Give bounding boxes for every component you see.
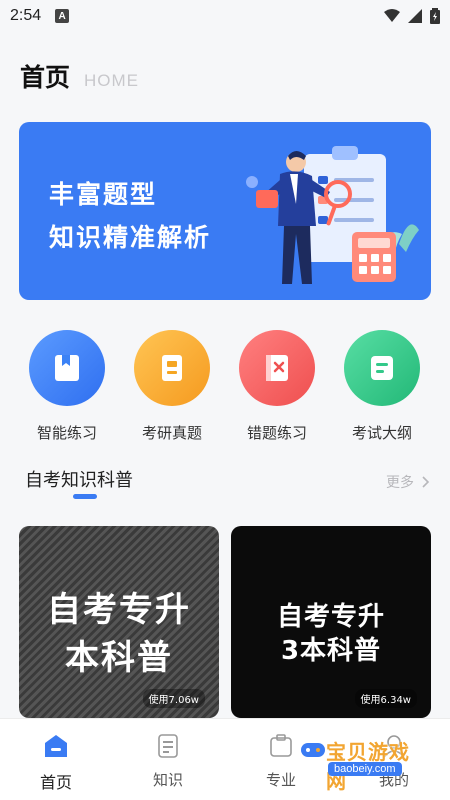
battery-icon bbox=[430, 8, 440, 24]
card-title-line1: 自考专升 bbox=[47, 590, 191, 630]
card-usage: 使用7.06w bbox=[142, 689, 205, 708]
more-label: 更多 bbox=[386, 475, 414, 491]
banner-illustration bbox=[246, 146, 419, 284]
tab-label: 知识 bbox=[152, 771, 183, 789]
quick-action-label: 考研真题 bbox=[141, 424, 202, 442]
tab-knowledge[interactable]: 知识 bbox=[123, 719, 213, 800]
tab-label: 首页 bbox=[39, 773, 72, 792]
section-header: 自考知识科普 更多 bbox=[25, 466, 430, 506]
card-title-line2: 3本科普 bbox=[280, 636, 382, 666]
page-title: 首页 bbox=[20, 63, 71, 92]
status-bar: 2:54 A bbox=[0, 0, 450, 32]
outline-icon bbox=[344, 330, 420, 406]
article-card[interactable]: 自考专升 3本科普 使用6.34w bbox=[231, 526, 431, 718]
card-title-line1: 自考专升 bbox=[276, 602, 385, 632]
quick-actions: 智能练习 考研真题 错题练习 考试大纲 bbox=[0, 330, 450, 443]
major-icon bbox=[270, 734, 292, 757]
banner-line2: 知识精准解析 bbox=[49, 223, 212, 252]
status-icons bbox=[384, 8, 440, 24]
page-header: 首页 HOME bbox=[20, 58, 139, 94]
promo-banner[interactable]: 丰富题型 知识精准解析 bbox=[19, 122, 431, 300]
wrong-book-icon bbox=[239, 330, 315, 406]
site-watermark: 宝贝游戏网 baobeiy.com bbox=[300, 730, 430, 793]
watermark-url: baobeiy.com bbox=[328, 762, 402, 776]
document-icon bbox=[134, 330, 210, 406]
page-subtitle: HOME bbox=[84, 71, 140, 90]
chevron-right-icon bbox=[422, 476, 430, 488]
gamepad-icon bbox=[301, 743, 325, 757]
quick-action-label: 考试大纲 bbox=[351, 424, 412, 442]
quick-action-label: 错题练习 bbox=[246, 424, 307, 442]
knowledge-icon bbox=[158, 734, 178, 758]
quick-action-wrong-answers[interactable]: 错题练习 bbox=[225, 330, 329, 443]
notification-icon: A bbox=[55, 9, 70, 23]
wifi-icon bbox=[384, 9, 400, 22]
quick-action-syllabus[interactable]: 考试大纲 bbox=[330, 330, 434, 443]
quick-action-past-exams[interactable]: 考研真题 bbox=[120, 330, 224, 443]
home-icon bbox=[45, 735, 67, 757]
card-title-line2: 本科普 bbox=[65, 638, 173, 678]
section-underline bbox=[73, 494, 97, 499]
article-card[interactable]: 自考专升 本科普 使用7.06w bbox=[19, 526, 219, 718]
signal-icon bbox=[408, 9, 422, 23]
quick-action-smart-practice[interactable]: 智能练习 bbox=[15, 330, 119, 443]
status-time: 2:54 bbox=[10, 7, 42, 24]
quick-action-label: 智能练习 bbox=[36, 424, 97, 442]
more-link[interactable]: 更多 bbox=[386, 472, 430, 492]
section-title: 自考知识科普 bbox=[25, 470, 133, 491]
banner-line1: 丰富题型 bbox=[49, 180, 158, 209]
book-icon bbox=[29, 330, 105, 406]
tab-home[interactable]: 首页 bbox=[11, 719, 101, 800]
card-usage: 使用6.34w bbox=[354, 689, 417, 708]
